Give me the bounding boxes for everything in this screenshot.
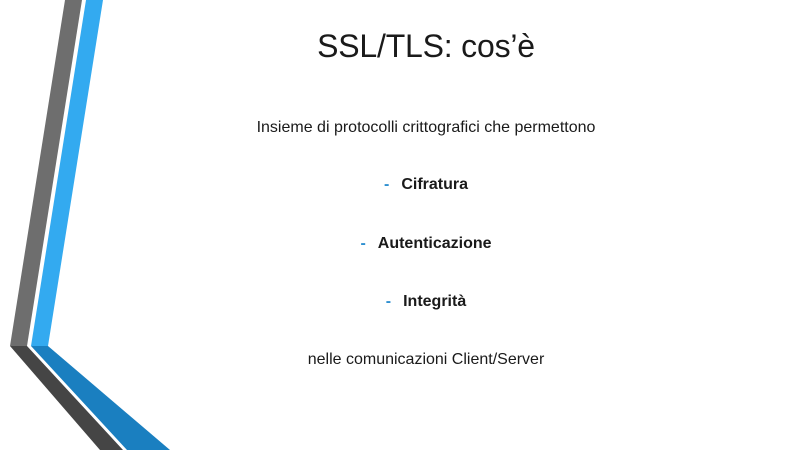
intro-text: Insieme di protocolli crittografici che … [256, 119, 596, 136]
bullet-dash: - [385, 293, 392, 310]
bullet-dash: - [383, 176, 390, 193]
bullet-label: Integrità [403, 293, 467, 310]
bullet-label: Autenticazione [377, 235, 492, 252]
bullet-item: - Integrità [0, 293, 800, 311]
slide-content: Insieme di protocolli crittografici che … [0, 0, 800, 450]
bullet-item: - Cifratura [0, 176, 800, 194]
outro-text: nelle comunicazioni Client/Server [307, 351, 545, 368]
slide: SSL/TLS: cos’è Insieme di protocolli cri… [0, 0, 800, 450]
bullet-item: - Autenticazione [0, 235, 800, 253]
bullet-dash: - [360, 235, 366, 252]
bullet-label: Cifratura [401, 176, 468, 193]
